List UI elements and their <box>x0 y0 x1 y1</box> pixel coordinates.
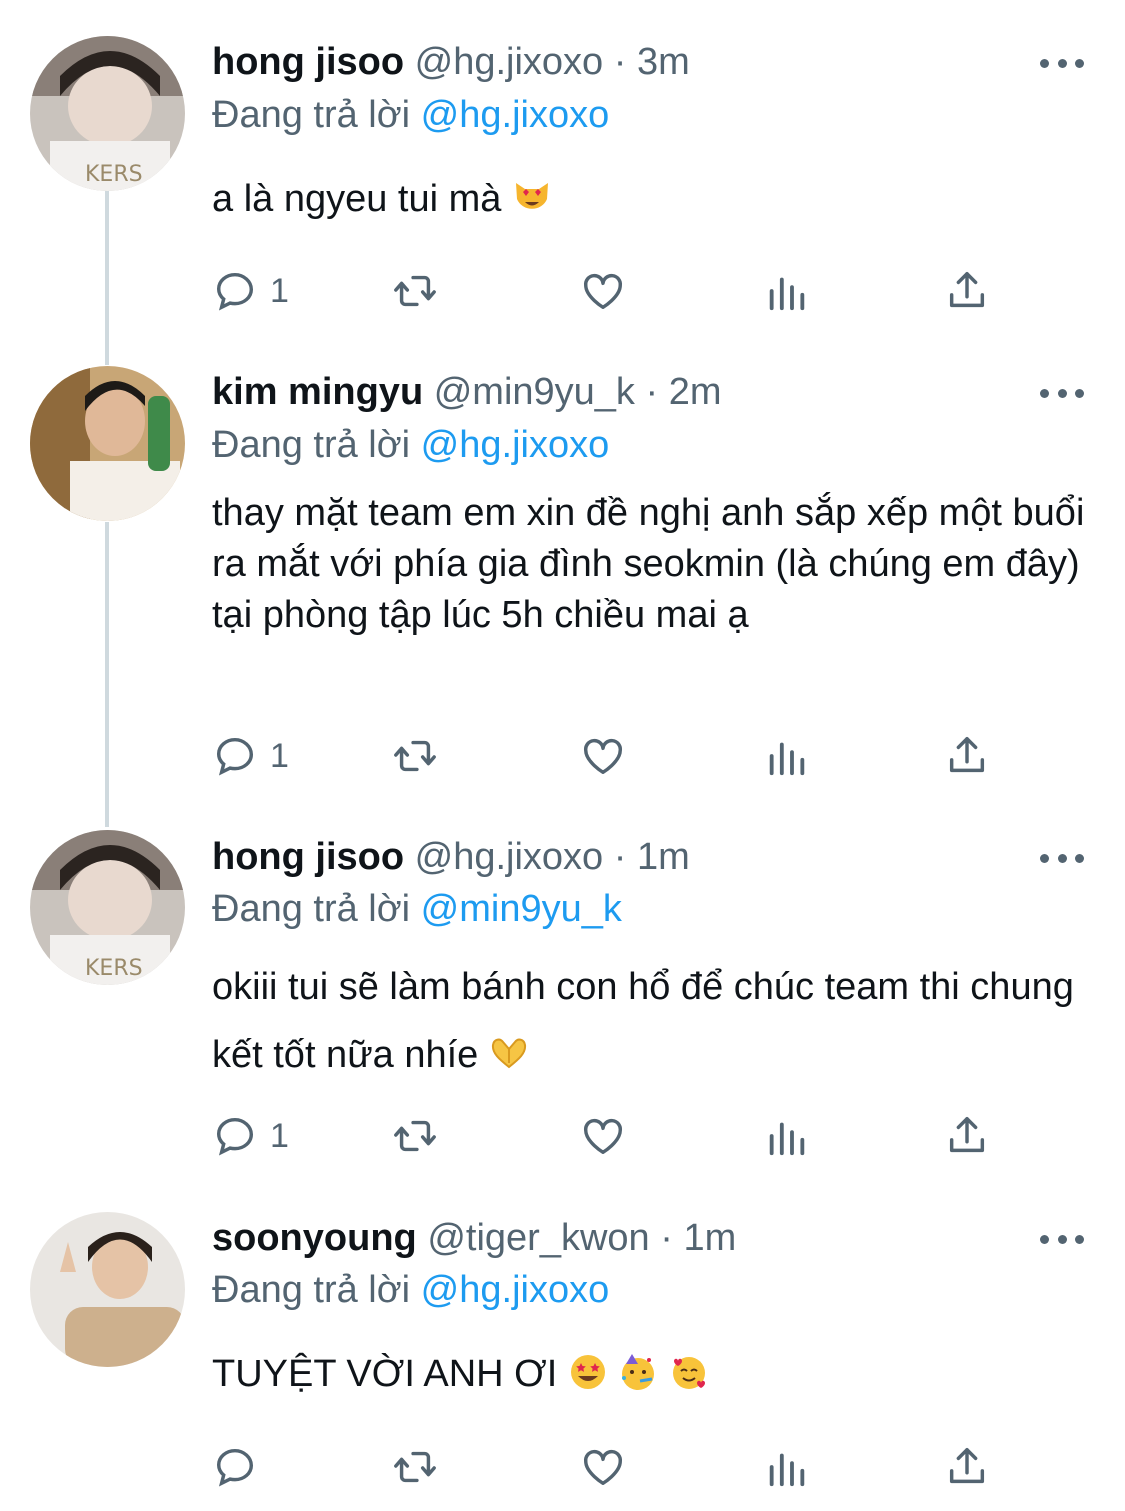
user-handle[interactable]: @tiger_kwon <box>427 1217 649 1259</box>
more-icon[interactable] <box>1040 1224 1084 1254</box>
retweet-icon <box>394 1451 436 1483</box>
views-button[interactable] <box>764 1443 810 1491</box>
share-button[interactable] <box>944 1443 990 1491</box>
retweet-button[interactable] <box>392 1443 438 1491</box>
display-name[interactable]: soonyoung <box>212 1217 417 1259</box>
share-icon <box>949 1448 985 1484</box>
reply-icon <box>216 1448 254 1487</box>
like-button[interactable] <box>580 1443 626 1491</box>
reply-button[interactable] <box>212 1443 270 1491</box>
avatar[interactable] <box>30 1212 185 1367</box>
replying-to: Đang trả lời @hg.jixoxo <box>212 1268 609 1312</box>
tweet[interactable]: soonyoung @tiger_kwon · 1m Đang trả lời … <box>0 0 1125 1511</box>
like-icon <box>584 1449 622 1486</box>
action-bar <box>212 1443 1012 1491</box>
reply-to-handle[interactable]: @hg.jixoxo <box>421 1269 610 1311</box>
separator: · <box>660 1217 673 1259</box>
smiling-face-with-hearts-icon <box>673 1357 705 1389</box>
timestamp[interactable]: 1m <box>683 1217 736 1259</box>
star-struck-icon <box>570 1355 605 1389</box>
tweet-text: TUYỆT VỜI ANH ƠI <box>212 1349 1092 1400</box>
tweet-text-content: TUYỆT VỜI ANH ƠI <box>212 1353 558 1395</box>
tweet-header: soonyoung @tiger_kwon · 1m <box>212 1216 736 1260</box>
partying-face-icon <box>622 1354 655 1390</box>
reply-prefix: Đang trả lời <box>212 1269 411 1311</box>
views-icon <box>769 1453 805 1487</box>
